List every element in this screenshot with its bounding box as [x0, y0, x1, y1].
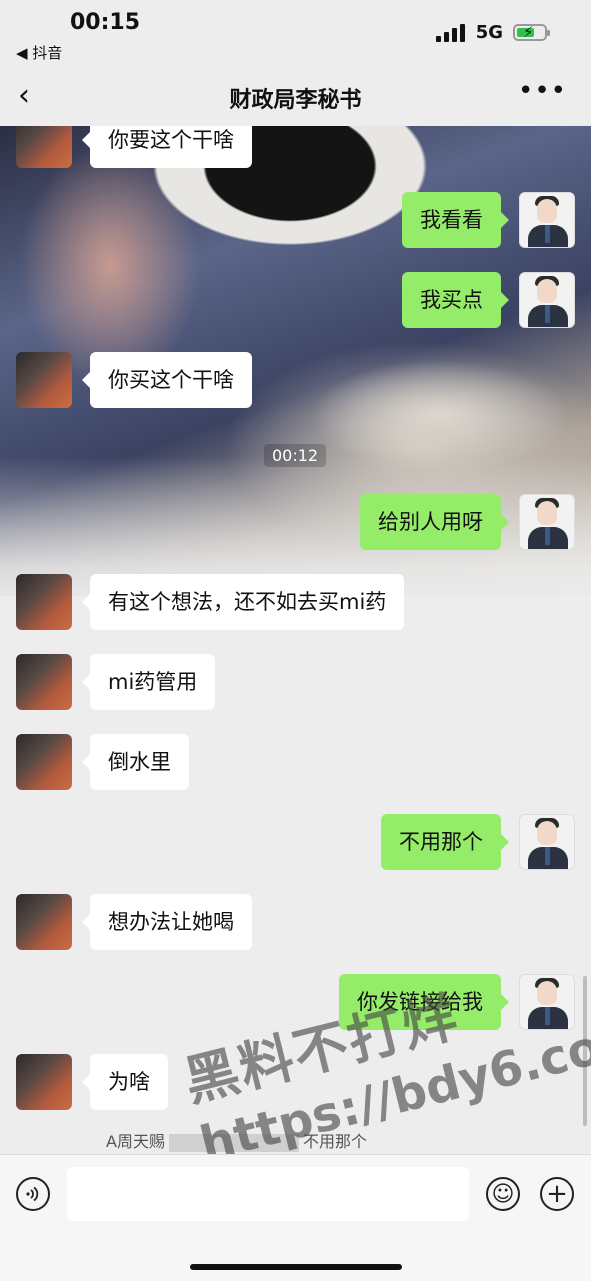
- back-to-app-link[interactable]: ◀ 抖音: [16, 42, 62, 63]
- received-message[interactable]: 倒水里: [82, 734, 189, 790]
- self-avatar[interactable]: [519, 814, 575, 870]
- message-row: 想办法让她喝: [0, 894, 591, 954]
- message-row: mi药管用: [0, 654, 591, 714]
- received-message[interactable]: 为啥: [82, 1054, 168, 1110]
- message-row: 我买点: [0, 272, 591, 332]
- chat-header: ‹ 财政局李秘书 •••: [0, 66, 591, 126]
- message-row: 你买这个干啥: [0, 352, 591, 412]
- sent-message[interactable]: 我买点: [402, 272, 509, 328]
- sent-message[interactable]: 给别人用呀: [360, 494, 509, 550]
- received-message[interactable]: mi药管用: [81, 654, 216, 710]
- message-input[interactable]: [67, 1167, 469, 1221]
- network-type: 5G: [475, 22, 503, 43]
- quote-sender: A周天赐: [106, 1132, 165, 1151]
- chat-title: 财政局李秘书: [229, 88, 362, 113]
- quoted-message[interactable]: A周天赐 不用那个: [106, 1128, 367, 1152]
- message-timestamp: 00:12: [264, 444, 327, 467]
- plus-icon[interactable]: +: [540, 1177, 574, 1211]
- more-options-icon[interactable]: •••: [518, 76, 567, 106]
- sent-message[interactable]: 不用那个: [381, 814, 509, 870]
- contact-avatar[interactable]: [16, 654, 72, 710]
- message-row: 不用那个: [0, 814, 591, 874]
- chat-messages[interactable]: 00:12 你要这个干啥 我看看 我买点 你买这个干啥 给别人用呀 有这个想法，…: [0, 126, 591, 1154]
- received-message[interactable]: 你买这个干啥: [82, 352, 252, 408]
- sent-message[interactable]: 我看看: [402, 192, 509, 248]
- scrollbar[interactable]: [583, 976, 587, 1126]
- voice-icon[interactable]: [16, 1177, 50, 1211]
- received-message[interactable]: 有这个想法，还不如去买mi药: [81, 574, 405, 630]
- self-avatar[interactable]: [519, 192, 575, 248]
- home-indicator[interactable]: [190, 1264, 402, 1270]
- contact-avatar[interactable]: [16, 352, 72, 408]
- redacted-block: [168, 1133, 299, 1152]
- message-row: 给别人用呀: [0, 494, 591, 554]
- message-row: 有这个想法，还不如去买mi药: [0, 574, 591, 634]
- quote-text: 不用那个: [302, 1132, 367, 1151]
- message-row: 倒水里: [0, 734, 591, 794]
- self-avatar[interactable]: [519, 272, 575, 328]
- charging-icon: ⚡: [523, 23, 534, 41]
- message-row: 为啥: [0, 1054, 591, 1114]
- contact-avatar[interactable]: [16, 1054, 72, 1110]
- battery-icon: ⚡: [513, 23, 550, 41]
- self-avatar[interactable]: [519, 494, 575, 550]
- contact-avatar[interactable]: [16, 734, 72, 790]
- contact-avatar[interactable]: [16, 894, 72, 950]
- status-bar: 00:15 ◀ 抖音 5G ⚡: [0, 0, 591, 66]
- emoji-icon[interactable]: ☺: [486, 1177, 520, 1211]
- message-row: 你发链接给我: [0, 974, 591, 1034]
- received-message[interactable]: 想办法让她喝: [82, 894, 252, 950]
- message-row: 你要这个干啥: [0, 126, 591, 172]
- input-bar: ☺ +: [0, 1154, 591, 1281]
- received-message[interactable]: 你要这个干啥: [82, 126, 252, 168]
- contact-avatar[interactable]: [16, 574, 72, 630]
- clock: 00:15: [70, 10, 141, 35]
- status-indicators: 5G ⚡: [435, 22, 550, 43]
- self-avatar[interactable]: [519, 974, 575, 1030]
- contact-avatar[interactable]: [16, 126, 72, 168]
- signal-icon: [435, 23, 466, 42]
- message-row: 我看看: [0, 192, 591, 252]
- sent-message[interactable]: 你发链接给我: [339, 974, 509, 1030]
